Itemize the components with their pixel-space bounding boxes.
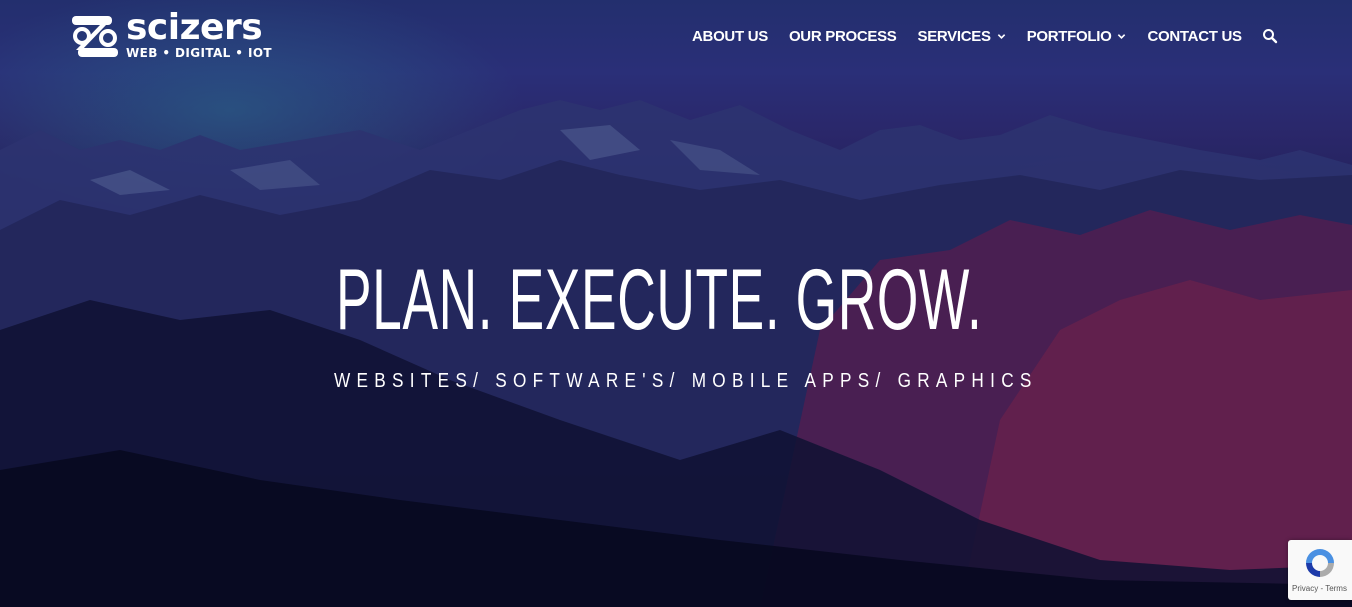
brand-name: scizers [126,7,263,48]
nav-services[interactable]: SERVICES [918,28,1006,45]
nav-label: CONTACT US [1147,27,1242,45]
main-nav: ABOUT US OUR PROCESS SERVICES PORTFOLIO … [692,26,1263,46]
recaptcha-links[interactable]: Privacy - Terms [1292,584,1347,593]
nav-label: ABOUT US [692,27,768,45]
nav-label: OUR PROCESS [788,27,897,45]
hero-subline: WEBSITES/ SOFTWARE'S/ MOBILE APPS/ GRAPH… [334,370,1038,392]
nav-portfolio[interactable]: PORTFOLIO [1027,28,1127,45]
chevron-down-icon [997,33,1005,39]
search-icon[interactable] [1262,28,1278,44]
brand-tagline: WEB • DIGITAL • IOT [126,46,273,60]
recaptcha-icon [1306,549,1334,577]
nav-contact-us[interactable]: CONTACT US [1147,27,1242,45]
recaptcha-badge[interactable]: Privacy - Terms [1288,540,1352,600]
chevron-down-icon [1118,33,1126,39]
scizers-logo-icon [72,16,118,57]
nav-label: SERVICES [917,27,991,45]
nav-about-us[interactable]: ABOUT US [692,28,768,45]
hero-headline: PLAN. EXECUTE. GROW. [336,252,983,348]
nav-label: PORTFOLIO [1026,27,1112,45]
brand-logo[interactable]: scizers WEB • DIGITAL • IOT [68,7,272,66]
nav-our-process[interactable]: OUR PROCESS [789,28,897,45]
